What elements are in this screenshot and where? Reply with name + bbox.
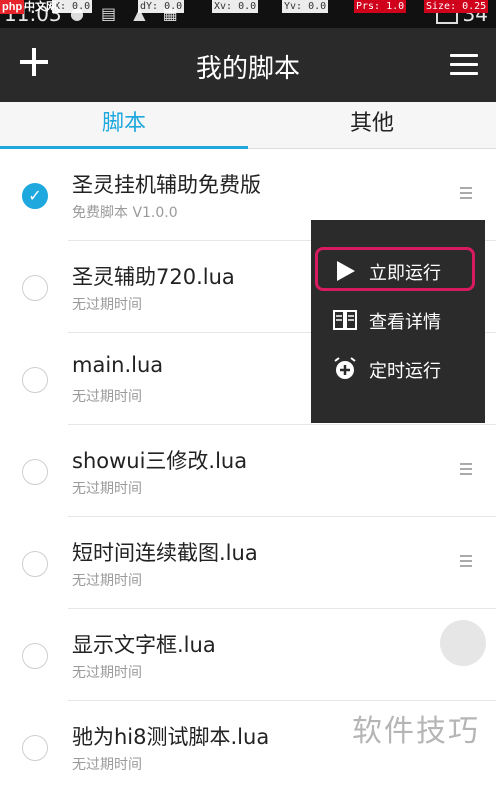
checkbox[interactable] bbox=[22, 735, 48, 761]
book-icon bbox=[333, 308, 357, 332]
drag-handle-icon[interactable] bbox=[460, 463, 472, 478]
menu-item-scheduled-run[interactable]: 定时运行 bbox=[311, 345, 485, 393]
highlight-box bbox=[315, 247, 475, 291]
script-name: main.lua bbox=[72, 353, 163, 377]
pointer-debug-bar: X: 0.0 dY: 0.0 Xv: 0.0 Yv: 0.0 Prs: 1.0 … bbox=[0, 0, 496, 14]
debug-prs: Prs: 1.0 bbox=[354, 0, 406, 13]
script-subtitle: 无过期时间 bbox=[72, 386, 142, 406]
app-bar: 我的脚本 bbox=[0, 28, 496, 102]
menu-item-label: 查看详情 bbox=[369, 308, 441, 334]
list-item[interactable]: 显示文字框.lua 无过期时间 bbox=[0, 609, 496, 701]
script-name: 显示文字框.lua bbox=[72, 629, 216, 659]
php-site-label: 中文网 bbox=[24, 0, 57, 14]
tab-bar: 脚本 其他 bbox=[0, 102, 496, 149]
debug-x: X: 0.0 bbox=[52, 0, 92, 13]
debug-dy: dY: 0.0 bbox=[138, 0, 184, 13]
list-item[interactable]: showui三修改.lua 无过期时间 bbox=[0, 425, 496, 517]
script-subtitle: 无过期时间 bbox=[72, 294, 142, 314]
checkbox-checked[interactable]: ✓ bbox=[22, 183, 48, 209]
floating-action-button[interactable] bbox=[440, 620, 486, 666]
tab-scripts[interactable]: 脚本 bbox=[0, 102, 248, 148]
menu-item-label: 定时运行 bbox=[369, 357, 441, 383]
alarm-clock-icon bbox=[333, 357, 357, 381]
list-item[interactable]: 短时间连续截图.lua 无过期时间 bbox=[0, 517, 496, 609]
hamburger-menu-icon[interactable] bbox=[450, 54, 478, 81]
script-context-menu: 立即运行 查看详情 定时运行 bbox=[311, 220, 485, 423]
script-name: showui三修改.lua bbox=[72, 445, 247, 475]
script-subtitle: 免费脚本 V1.0.0 bbox=[72, 202, 178, 222]
script-name: 短时间连续截图.lua bbox=[72, 537, 258, 567]
checkbox[interactable] bbox=[22, 643, 48, 669]
drag-handle-icon[interactable] bbox=[460, 187, 472, 202]
script-subtitle: 无过期时间 bbox=[72, 478, 142, 498]
script-subtitle: 无过期时间 bbox=[72, 754, 142, 774]
checkbox[interactable] bbox=[22, 367, 48, 393]
checkbox[interactable] bbox=[22, 459, 48, 485]
script-name: 圣灵挂机辅助免费版 bbox=[72, 169, 261, 199]
checkbox[interactable] bbox=[22, 275, 48, 301]
php-logo: php bbox=[0, 0, 24, 14]
menu-item-view-details[interactable]: 查看详情 bbox=[311, 296, 485, 344]
script-subtitle: 无过期时间 bbox=[72, 570, 142, 590]
watermark-text: 软件技巧 bbox=[352, 706, 480, 750]
page-title: 我的脚本 bbox=[0, 48, 496, 85]
script-name: 圣灵辅助720.lua bbox=[72, 261, 235, 291]
script-subtitle: 无过期时间 bbox=[72, 662, 142, 682]
checkbox[interactable] bbox=[22, 551, 48, 577]
script-name: 驰为hi8测试脚本.lua bbox=[72, 721, 269, 751]
tab-other[interactable]: 其他 bbox=[248, 102, 496, 148]
status-bar: 11:03 ● ▤ ▲ ▦ 34 X: 0.0 dY: 0.0 Xv: 0.0 … bbox=[0, 0, 496, 28]
debug-size: Size: 0.25 bbox=[424, 0, 488, 13]
debug-yv: Yv: 0.0 bbox=[282, 0, 328, 13]
debug-xv: Xv: 0.0 bbox=[212, 0, 258, 13]
drag-handle-icon[interactable] bbox=[460, 555, 472, 570]
